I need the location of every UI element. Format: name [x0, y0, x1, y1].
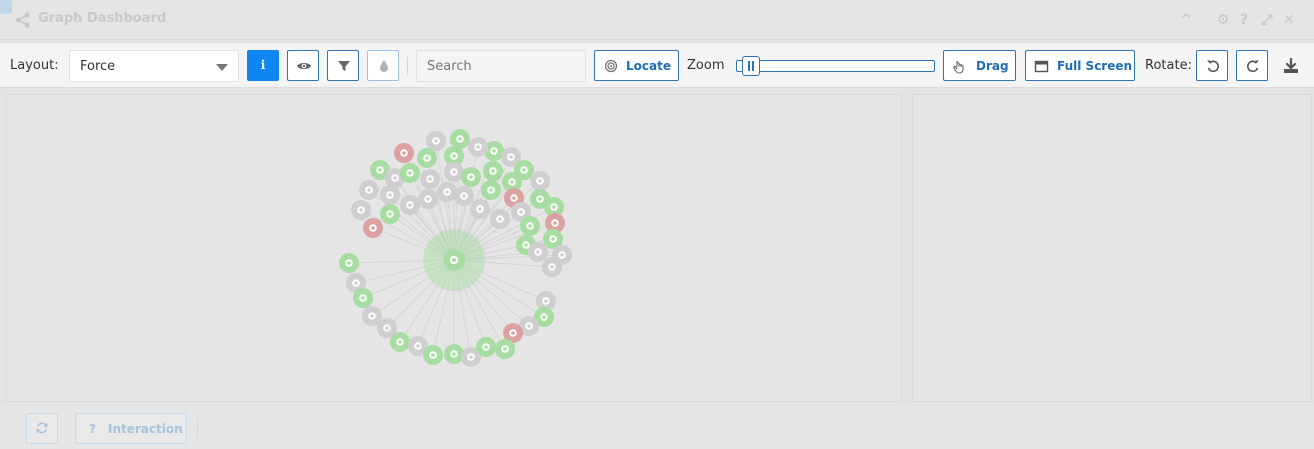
- filter-icon: [338, 61, 350, 71]
- hand-pointer-icon: [953, 61, 964, 74]
- graph-node[interactable]: [394, 143, 414, 163]
- graph-node[interactable]: [380, 185, 400, 205]
- rotate-right-button[interactable]: [1236, 50, 1268, 81]
- corner-badge: [0, 0, 12, 14]
- graph-node[interactable]: [417, 148, 437, 168]
- graph-node[interactable]: [359, 180, 379, 200]
- zoom-label: Zoom: [687, 58, 725, 73]
- window-icon: [1034, 60, 1049, 73]
- graph-node[interactable]: [353, 288, 373, 308]
- refresh-button[interactable]: [26, 413, 58, 444]
- graph-node[interactable]: [528, 242, 548, 262]
- drag-button-label: Drag: [976, 59, 1009, 73]
- hub-node[interactable]: [443, 249, 465, 271]
- zoom-slider[interactable]: [736, 56, 935, 76]
- water-drop-icon: [380, 60, 388, 72]
- zoom-slider-handle[interactable]: [742, 56, 760, 76]
- graph-canvas-panel[interactable]: [6, 94, 902, 402]
- graph-node[interactable]: [444, 162, 464, 182]
- help-icon: ?: [89, 422, 96, 436]
- graph-node[interactable]: [426, 131, 446, 151]
- interaction-button-label: Interaction: [108, 422, 183, 436]
- search-input[interactable]: [416, 50, 586, 82]
- graph-node[interactable]: [400, 195, 420, 215]
- full-screen-button-label: Full Screen: [1057, 59, 1133, 73]
- graph-node[interactable]: [437, 182, 457, 202]
- graph-node[interactable]: [418, 189, 438, 209]
- graph-node[interactable]: [420, 169, 440, 189]
- help-icon[interactable]: ?: [1236, 11, 1252, 29]
- interaction-button[interactable]: ? Interaction: [75, 413, 187, 444]
- graph-node[interactable]: [495, 339, 515, 359]
- layout-label: Layout:: [10, 58, 59, 73]
- graph-node[interactable]: [363, 218, 383, 238]
- filter-button[interactable]: [327, 50, 359, 81]
- full-screen-button[interactable]: Full Screen: [1025, 50, 1135, 81]
- graph-node[interactable]: [339, 253, 359, 273]
- rotate-left-icon: [1207, 60, 1219, 73]
- eye-icon: [297, 63, 311, 69]
- details-panel: [912, 94, 1312, 402]
- window-title: Graph Dashboard: [38, 11, 167, 26]
- graph-node[interactable]: [444, 344, 464, 364]
- settings-gear-icon[interactable]: ⚙: [1214, 11, 1232, 29]
- locate-button-label: Locate: [626, 59, 671, 73]
- drag-button[interactable]: Drag: [943, 50, 1016, 81]
- graph-node[interactable]: [476, 337, 496, 357]
- graph-node[interactable]: [461, 167, 481, 187]
- refresh-icon: [36, 422, 48, 434]
- visibility-toggle-button[interactable]: [287, 50, 319, 81]
- toolbar-divider: [407, 57, 408, 75]
- graph-node[interactable]: [390, 332, 410, 352]
- layout-select[interactable]: Force: [69, 50, 239, 82]
- graph-node[interactable]: [490, 209, 510, 229]
- locate-button[interactable]: Locate: [594, 50, 679, 81]
- locate-target-icon: [604, 59, 618, 73]
- graph-node[interactable]: [454, 186, 474, 206]
- graph-node[interactable]: [483, 161, 503, 181]
- graph-canvas[interactable]: [7, 95, 903, 403]
- graph-toolbar: Layout: Force i Locate Zoom: [0, 42, 1314, 88]
- footer-divider: [197, 420, 198, 438]
- graph-node[interactable]: [530, 171, 550, 191]
- rotate-label: Rotate:: [1145, 58, 1192, 73]
- graph-node[interactable]: [450, 129, 470, 149]
- graph-node[interactable]: [520, 216, 540, 236]
- graph-node[interactable]: [542, 257, 562, 277]
- graph-node[interactable]: [470, 199, 490, 219]
- graph-footer: ? Interaction: [0, 406, 1314, 449]
- window-titlebar: Graph Dashboard ^ ⚙ ? ⤢ ✕: [0, 0, 1314, 40]
- download-icon[interactable]: [1282, 57, 1300, 75]
- close-icon[interactable]: ✕: [1280, 11, 1298, 29]
- layout-select-value: Force: [80, 59, 116, 74]
- maximize-icon[interactable]: ⤢: [1258, 11, 1276, 29]
- info-toggle-button[interactable]: i: [247, 50, 279, 81]
- share-nodes-icon: [15, 12, 30, 28]
- graph-node[interactable]: [468, 137, 488, 157]
- graph-node[interactable]: [481, 180, 501, 200]
- rotate-right-icon: [1247, 60, 1259, 73]
- graph-node[interactable]: [380, 204, 400, 224]
- info-icon: i: [260, 58, 266, 72]
- color-drop-button[interactable]: [367, 50, 399, 81]
- graph-node[interactable]: [530, 189, 550, 209]
- graph-node[interactable]: [423, 345, 443, 365]
- collapse-chevron-icon[interactable]: ^: [1177, 11, 1195, 29]
- graph-node[interactable]: [351, 200, 371, 220]
- graph-node[interactable]: [400, 163, 420, 183]
- caret-down-icon: [216, 64, 228, 71]
- rotate-left-button[interactable]: [1196, 50, 1228, 81]
